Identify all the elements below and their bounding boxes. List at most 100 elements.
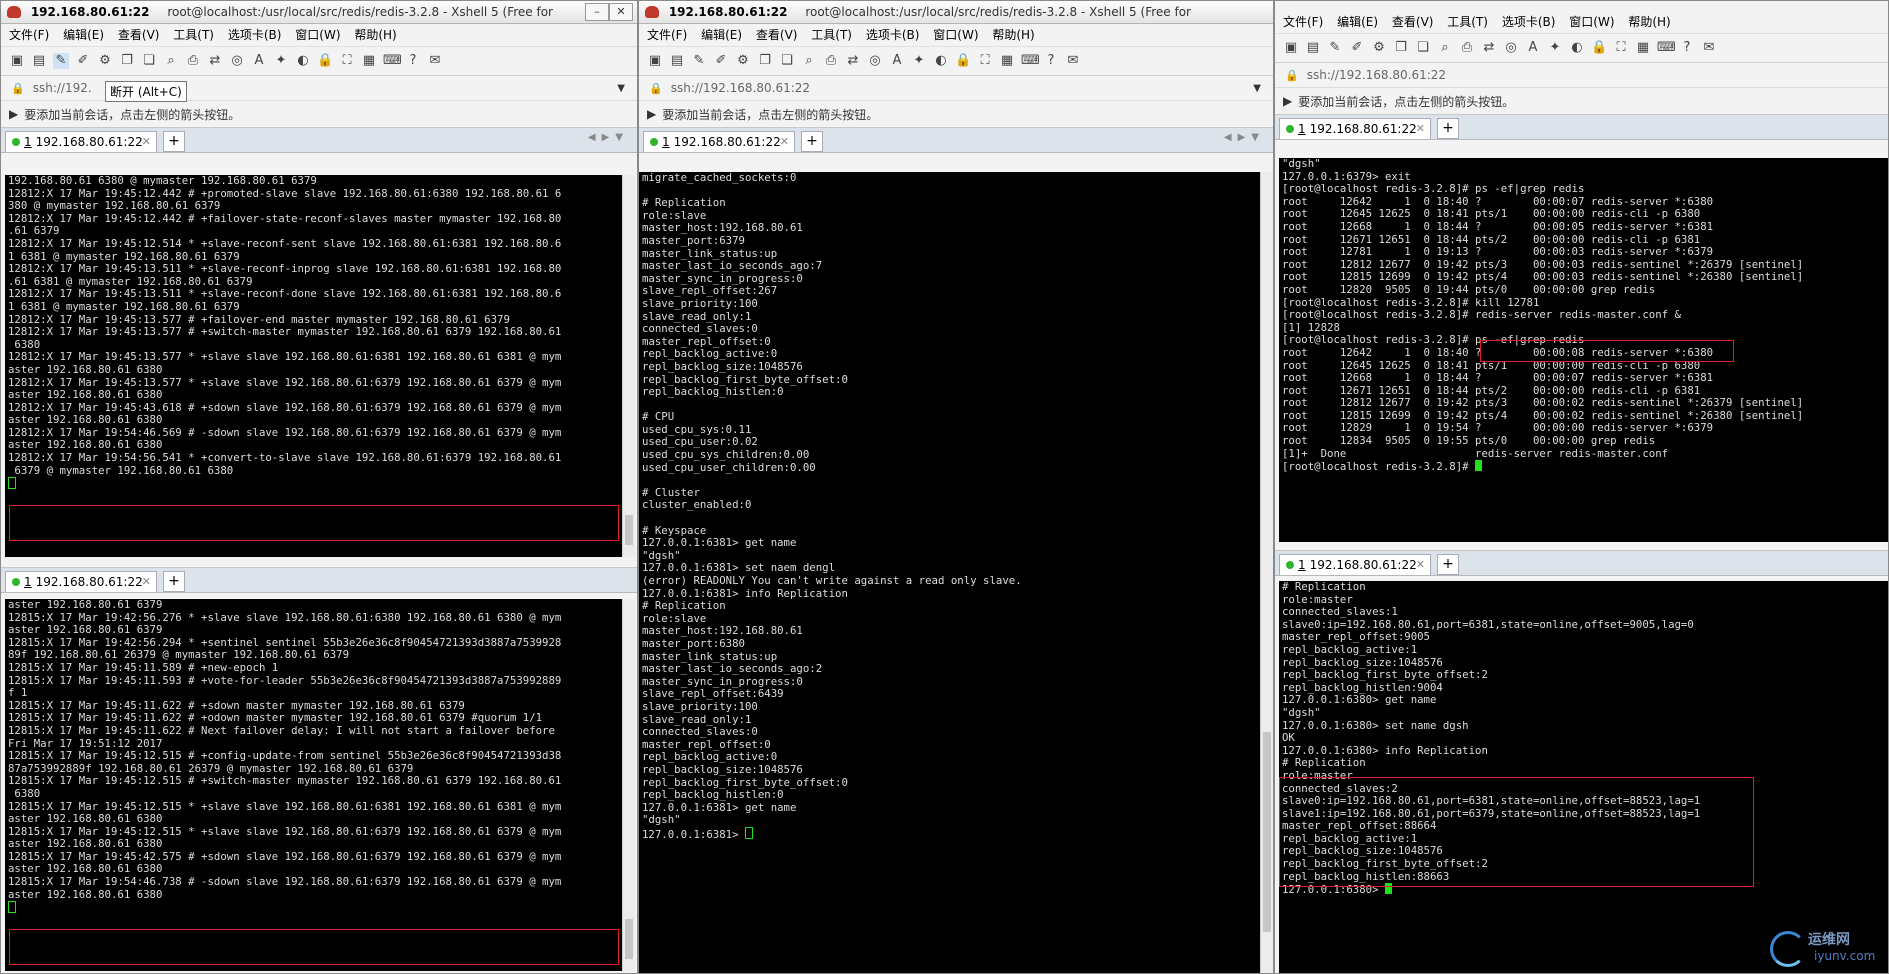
title-bar[interactable]: 192.168.80.61:22 root@localhost:/usr/loc… (639, 1, 1273, 24)
properties-icon[interactable]: ⚙ (97, 53, 113, 69)
menu-tabs[interactable]: 选项卡(B) (866, 28, 920, 42)
script-icon[interactable]: ✦ (1547, 40, 1563, 56)
font-icon[interactable]: A (889, 53, 905, 69)
address-dropdown-icon[interactable]: ▼ (1253, 83, 1261, 94)
menu-file[interactable]: 文件(F) (9, 28, 49, 42)
tab-session[interactable]: 1 192.168.80.61:22 ✕ (1279, 118, 1431, 139)
terminal-sentinel-2[interactable]: aster 192.168.80.61 6379 12815:X 17 Mar … (5, 599, 635, 971)
menu-tools[interactable]: 工具(T) (173, 28, 214, 42)
open-folder-icon[interactable]: ▤ (669, 53, 685, 69)
new-tab-button[interactable]: + (1437, 118, 1459, 139)
find-icon[interactable]: ⌕ (801, 53, 817, 69)
menu-view[interactable]: 查看(V) (756, 28, 798, 42)
menu-edit[interactable]: 编辑(E) (1337, 15, 1378, 29)
properties-icon[interactable]: ⚙ (735, 53, 751, 69)
open-folder-icon[interactable]: ▤ (31, 53, 47, 69)
chat-icon[interactable]: ✉ (427, 53, 443, 69)
menu-window[interactable]: 窗口(W) (933, 28, 978, 42)
tab-close-icon[interactable]: ✕ (142, 572, 151, 592)
tab-session[interactable]: 1 192.168.80.61:22 ✕ (1279, 554, 1431, 575)
disconnect-icon[interactable]: ✎ (1327, 40, 1343, 56)
new-session-icon[interactable]: ▣ (9, 53, 25, 69)
paste-icon[interactable]: ❏ (1415, 40, 1431, 56)
menu-view[interactable]: 查看(V) (118, 28, 160, 42)
terminal-scrollbar[interactable] (1260, 172, 1273, 973)
new-session-icon[interactable]: ▣ (647, 53, 663, 69)
open-folder-icon[interactable]: ▤ (1305, 40, 1321, 56)
menu-file[interactable]: 文件(F) (647, 28, 687, 42)
menu-tabs[interactable]: 选项卡(B) (1502, 15, 1556, 29)
find-icon[interactable]: ⌕ (1437, 40, 1453, 56)
tab-session[interactable]: 1 192.168.80.61:22 ✕ (643, 131, 795, 152)
globe-icon[interactable]: ◎ (1503, 40, 1519, 56)
help-icon[interactable]: ? (405, 53, 421, 69)
fullscreen-icon[interactable]: ⛶ (977, 53, 993, 69)
minimize-button[interactable]: – (585, 3, 609, 21)
tab-scroll-arrows[interactable]: ◀▶▼ (588, 132, 629, 143)
lock-icon[interactable]: 🔒 (317, 53, 333, 69)
layout-icon[interactable]: ▦ (361, 53, 377, 69)
font-icon[interactable]: A (1525, 40, 1541, 56)
menu-file[interactable]: 文件(F) (1283, 15, 1323, 29)
copy-icon[interactable]: ❐ (119, 53, 135, 69)
lock-icon[interactable]: 🔒 (955, 53, 971, 69)
help-icon[interactable]: ? (1043, 53, 1059, 69)
new-tab-button[interactable]: + (1437, 554, 1459, 575)
tab-close-icon[interactable]: ✕ (1416, 555, 1425, 575)
add-session-arrow-icon[interactable]: ▶ (9, 107, 18, 121)
tab-scroll-arrows[interactable]: ◀▶▼ (1224, 132, 1265, 143)
tab-session[interactable]: 1 192.168.80.61:22 ✕ (5, 571, 157, 592)
tunnel-icon[interactable]: ◐ (933, 53, 949, 69)
find-icon[interactable]: ⌕ (163, 53, 179, 69)
menu-help[interactable]: 帮助(H) (354, 28, 396, 42)
new-tab-button[interactable]: + (801, 131, 823, 152)
add-session-arrow-icon[interactable]: ▶ (647, 107, 656, 121)
keyboard-icon[interactable]: ⌨ (1657, 40, 1676, 56)
menu-edit[interactable]: 编辑(E) (63, 28, 104, 42)
lock-icon[interactable]: 🔒 (1591, 40, 1607, 56)
terminal-shell[interactable]: "dgsh" 127.0.0.1:6379> exit [root@localh… (1279, 158, 1888, 542)
menu-help[interactable]: 帮助(H) (992, 28, 1034, 42)
tunnel-icon[interactable]: ◐ (1569, 40, 1585, 56)
tab-close-icon[interactable]: ✕ (142, 132, 151, 152)
script-icon[interactable]: ✦ (911, 53, 927, 69)
reconnect-icon[interactable]: ✐ (1349, 40, 1365, 56)
transfer-icon[interactable]: ⇄ (207, 53, 223, 69)
print-icon[interactable]: ⎙ (185, 53, 201, 69)
reconnect-icon[interactable]: ✐ (75, 53, 91, 69)
chat-icon[interactable]: ✉ (1701, 40, 1717, 56)
print-icon[interactable]: ⎙ (823, 53, 839, 69)
add-session-arrow-icon[interactable]: ▶ (1283, 94, 1292, 108)
chat-icon[interactable]: ✉ (1065, 53, 1081, 69)
transfer-icon[interactable]: ⇄ (1481, 40, 1497, 56)
tab-close-icon[interactable]: ✕ (780, 132, 789, 152)
paste-icon[interactable]: ❏ (141, 53, 157, 69)
globe-icon[interactable]: ◎ (867, 53, 883, 69)
keyboard-icon[interactable]: ⌨ (1021, 53, 1040, 69)
fullscreen-icon[interactable]: ⛶ (339, 53, 355, 69)
menu-tabs[interactable]: 选项卡(B) (228, 28, 282, 42)
new-tab-button[interactable]: + (163, 571, 185, 592)
copy-icon[interactable]: ❐ (757, 53, 773, 69)
menu-window[interactable]: 窗口(W) (295, 28, 340, 42)
copy-icon[interactable]: ❐ (1393, 40, 1409, 56)
tab-close-icon[interactable]: ✕ (1416, 119, 1425, 139)
menu-view[interactable]: 查看(V) (1392, 15, 1434, 29)
layout-icon[interactable]: ▦ (1635, 40, 1651, 56)
script-icon[interactable]: ✦ (273, 53, 289, 69)
properties-icon[interactable]: ⚙ (1371, 40, 1387, 56)
font-icon[interactable]: A (251, 53, 267, 69)
menu-window[interactable]: 窗口(W) (1569, 15, 1614, 29)
paste-icon[interactable]: ❏ (779, 53, 795, 69)
terminal-scrollbar[interactable] (622, 599, 635, 971)
tunnel-icon[interactable]: ◐ (295, 53, 311, 69)
help-icon[interactable]: ? (1679, 40, 1695, 56)
address-dropdown-icon[interactable]: ▼ (617, 83, 625, 94)
menu-tools[interactable]: 工具(T) (811, 28, 852, 42)
disconnect-icon[interactable]: ✎ (53, 53, 69, 69)
menu-tools[interactable]: 工具(T) (1447, 15, 1488, 29)
terminal-scrollbar[interactable] (622, 175, 635, 557)
transfer-icon[interactable]: ⇄ (845, 53, 861, 69)
globe-icon[interactable]: ◎ (229, 53, 245, 69)
menu-help[interactable]: 帮助(H) (1628, 15, 1670, 29)
